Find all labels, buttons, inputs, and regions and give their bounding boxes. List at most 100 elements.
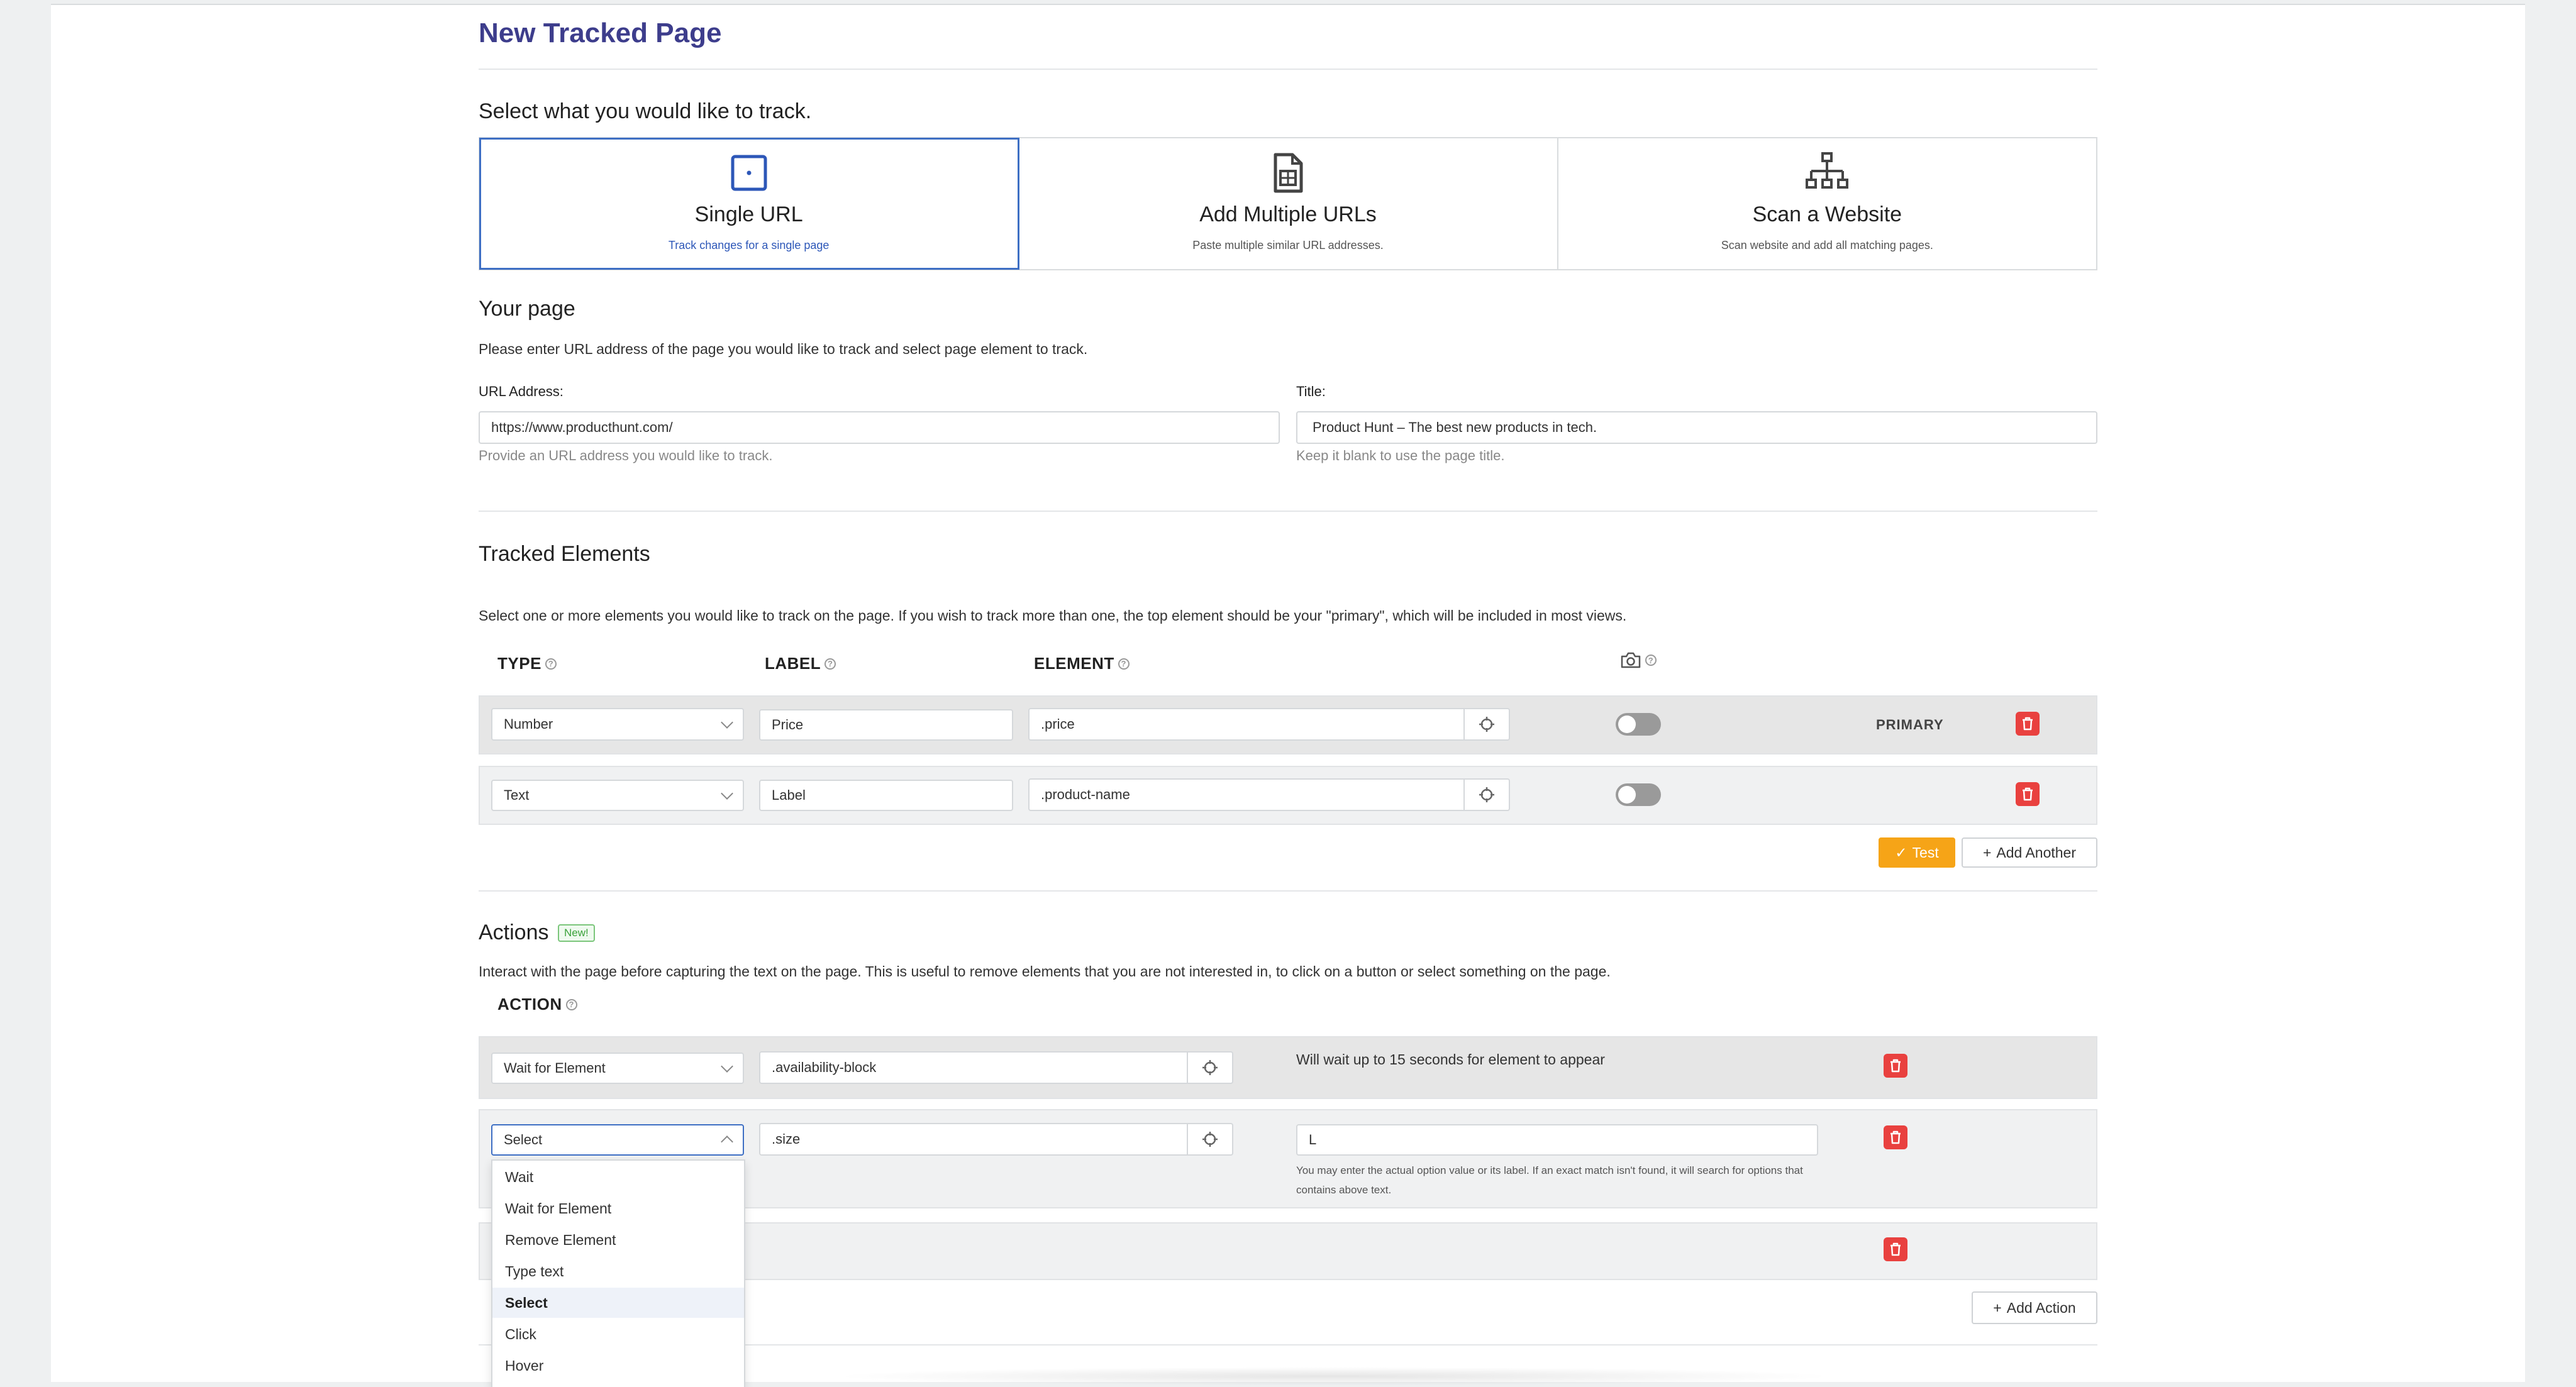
tracked-elements-description: Select one or more elements you would li… <box>479 607 1627 624</box>
trash-icon <box>2023 787 2033 801</box>
help-icon[interactable]: ? <box>545 658 557 670</box>
chevron-down-icon <box>721 1060 733 1073</box>
add-another-button[interactable]: + Add Another <box>1962 837 2097 868</box>
element-selector-input[interactable]: .product-name <box>1028 778 1465 811</box>
page-title: New Tracked Page <box>479 18 722 48</box>
element-picker-button[interactable] <box>1188 1123 1233 1156</box>
col-action: ACTION? <box>497 995 577 1014</box>
url-input[interactable]: https://www.producthunt.com/ <box>479 411 1280 444</box>
option-subtitle: Scan website and add all matching pages. <box>1721 239 1933 251</box>
trash-icon <box>1890 1242 1901 1256</box>
element-selector-input[interactable]: .price <box>1028 708 1465 741</box>
tracked-elements-heading: Tracked Elements <box>479 542 650 566</box>
option-subtitle: Paste multiple similar URL addresses. <box>1192 239 1384 251</box>
delete-button[interactable] <box>1884 1125 1907 1149</box>
select-value-input[interactable]: L <box>1296 1124 1818 1156</box>
action-selector-input[interactable]: .size <box>759 1123 1188 1156</box>
help-icon[interactable]: ? <box>565 998 577 1010</box>
help-icon[interactable]: ? <box>1118 658 1130 670</box>
title-label: Title: <box>1296 384 1326 399</box>
crosshair-icon <box>1202 1132 1218 1147</box>
your-page-heading: Your page <box>479 297 575 321</box>
element-picker-button[interactable] <box>1188 1051 1233 1084</box>
delete-button[interactable] <box>1884 1054 1907 1078</box>
col-type: TYPE? <box>497 654 557 673</box>
chevron-up-icon <box>721 1136 733 1148</box>
check-icon: ✓ <box>1895 844 1907 861</box>
action-row: Wait for Element .availability-block Wil… <box>479 1036 2097 1099</box>
action-selector-input[interactable]: .availability-block <box>759 1051 1188 1084</box>
tracked-element-row: Text Label .product-name <box>479 766 2097 825</box>
dropdown-option-wait[interactable]: Wait <box>492 1162 744 1192</box>
option-title: Scan a Website <box>1752 202 1902 226</box>
action-type-select[interactable]: Select <box>491 1124 744 1156</box>
camera-icon <box>1621 652 1641 668</box>
option-multiple-urls[interactable]: Add Multiple URLs Paste multiple similar… <box>1019 138 1558 269</box>
element-picker-button[interactable] <box>1465 708 1510 741</box>
divider <box>479 890 2097 892</box>
help-icon[interactable]: ? <box>1645 655 1657 666</box>
single-url-icon <box>731 155 767 191</box>
wait-note: Will wait up to 15 seconds for element t… <box>1296 1051 1605 1068</box>
sitemap-icon <box>1806 152 1849 189</box>
type-select[interactable]: Text <box>491 780 744 811</box>
dropdown-option-click[interactable]: Click <box>492 1319 744 1349</box>
dropdown-option-remove-element[interactable]: Remove Element <box>492 1225 744 1255</box>
col-label: LABEL? <box>765 654 836 673</box>
action-type-select[interactable]: Wait for Element <box>491 1053 744 1084</box>
top-divider <box>51 4 2525 5</box>
chevron-down-icon <box>721 716 733 729</box>
screenshot-toggle[interactable] <box>1616 713 1661 736</box>
type-select[interactable]: Number <box>491 708 744 741</box>
url-help: Provide an URL address you would like to… <box>479 448 773 463</box>
col-element: ELEMENT? <box>1034 654 1130 673</box>
option-subtitle: Track changes for a single page <box>668 239 830 251</box>
dropdown-option-type-text[interactable]: Type text <box>492 1256 744 1286</box>
your-page-description: Please enter URL address of the page you… <box>479 341 1088 357</box>
select-value-help: You may enter the actual option value or… <box>1296 1164 1803 1196</box>
divider <box>479 69 2097 70</box>
option-single-url[interactable]: Single URL Track changes for a single pa… <box>479 138 1020 270</box>
actions-description: Interact with the page before capturing … <box>479 963 1611 980</box>
plus-icon: + <box>1982 844 1992 861</box>
dropdown-option-wait-for-element[interactable]: Wait for Element <box>492 1193 744 1224</box>
plus-icon: + <box>1993 1299 2002 1316</box>
action-type-dropdown: Wait Wait for Element Remove Element Typ… <box>491 1159 745 1387</box>
col-label-label: LABEL <box>765 654 821 673</box>
dropdown-option-select[interactable]: Select <box>492 1288 744 1318</box>
trash-icon <box>1890 1059 1901 1073</box>
option-scan-website[interactable]: Scan a Website Scan website and add all … <box>1558 138 2096 269</box>
select-heading: Select what you would like to track. <box>479 99 812 123</box>
label-input[interactable]: Price <box>759 709 1013 741</box>
option-title: Single URL <box>694 202 803 226</box>
dropdown-option-hover[interactable]: Hover <box>492 1351 744 1381</box>
add-action-label: Add Action <box>2006 1299 2076 1316</box>
divider <box>479 511 2097 512</box>
screenshot-toggle[interactable] <box>1616 783 1661 806</box>
primary-badge: PRIMARY <box>1876 717 1944 732</box>
tracked-element-row: Number Price .price PRIMARY <box>479 695 2097 754</box>
label-input[interactable]: Label <box>759 780 1013 811</box>
col-type-label: TYPE <box>497 654 541 673</box>
crosshair-icon <box>1479 787 1494 802</box>
type-select-value: Number <box>504 716 553 732</box>
document-table-icon <box>1274 153 1303 193</box>
type-select-value: Text <box>504 787 530 803</box>
delete-button[interactable] <box>2016 712 2040 736</box>
scroll-shadow <box>831 1367 1837 1386</box>
col-element-label: ELEMENT <box>1034 654 1114 673</box>
delete-button[interactable] <box>2016 782 2040 806</box>
track-type-options: Single URL Track changes for a single pa… <box>479 137 2097 270</box>
title-input[interactable]: Product Hunt – The best new products in … <box>1296 411 2097 444</box>
test-button[interactable]: ✓ Test <box>1879 837 1955 868</box>
url-label: URL Address: <box>479 384 564 399</box>
add-another-label: Add Another <box>1996 844 2077 861</box>
new-badge: New! <box>558 924 595 942</box>
delete-button[interactable] <box>1884 1237 1907 1261</box>
element-picker-button[interactable] <box>1465 778 1510 811</box>
action-select-value: Wait for Element <box>504 1060 606 1076</box>
add-action-button[interactable]: + Add Action <box>1972 1291 2097 1324</box>
help-icon[interactable]: ? <box>824 658 836 670</box>
trash-icon <box>1890 1130 1901 1144</box>
col-screenshot: ? <box>1620 651 1657 669</box>
